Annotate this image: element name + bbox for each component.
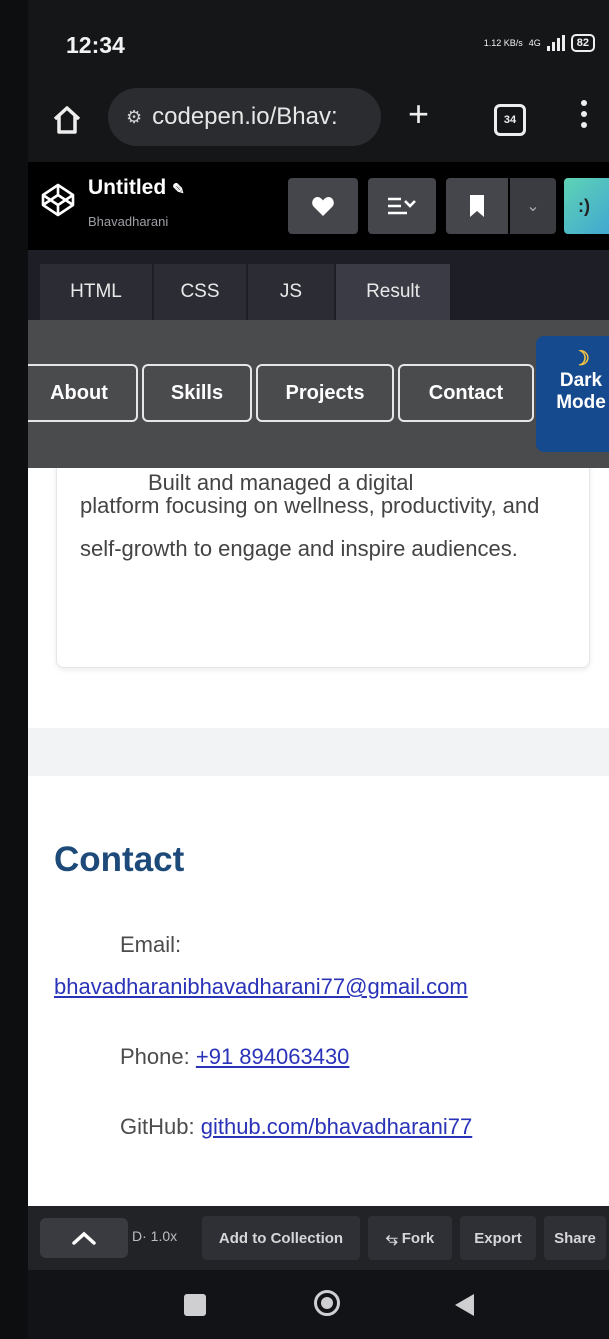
user-avatar[interactable]: :) [564,178,609,234]
signal-icon [546,35,565,51]
status-time: 12:34 [66,32,125,58]
tab-result[interactable]: Result [336,264,450,320]
phone-label: Phone: [120,1044,190,1069]
layout-icon [388,197,416,215]
project-description: platform focusing on wellness, productiv… [80,493,540,561]
email-line: bhavadharanibhavadharani77@gmail.com [54,974,468,1000]
result-preview: Built and managed a digital platform foc… [28,320,609,1206]
more-menu-icon[interactable] [581,100,589,133]
expand-console-button[interactable] [40,1218,128,1258]
new-tab-icon[interactable]: + [408,96,429,132]
zoom-value: 1.0x [150,1228,178,1244]
heart-icon [312,197,334,216]
phone-line: Phone: +91 894063430 [120,1044,349,1070]
network-type: 4G [528,38,541,48]
share-button[interactable]: Share [544,1216,606,1260]
fork-label: Fork [401,1229,435,1247]
tab-switcher-button[interactable]: 34 [494,104,526,136]
pen-title[interactable]: Untitled ✎ [88,176,185,200]
section-divider [28,728,609,776]
site-settings-icon[interactable]: ⚙ [126,107,142,128]
github-link[interactable]: github.com/bhavadharani77 [201,1114,473,1139]
site-navbar: About Skills Projects Contact ☽ Dark Mod… [28,320,609,468]
add-to-collection-button[interactable]: Add to Collection [202,1216,360,1260]
zoom-level[interactable]: D· 1.0x [132,1228,177,1244]
editor-tab-bar: HTML CSS JS Result [28,250,609,320]
url-text: codepen.io/Bhav: [152,103,338,130]
pen-title-text: Untitled [88,176,167,199]
email-link[interactable]: bhavadharanibhavadharani77@gmail.com [54,974,468,999]
codepen-logo-icon[interactable] [40,182,76,218]
android-nav-bar [28,1270,609,1339]
status-bar: 12:34 1.12 KB/s 4G 82 [28,0,609,88]
tab-css[interactable]: CSS [154,264,246,320]
bookmark-button[interactable] [446,178,508,234]
bookmark-icon [470,195,484,217]
recents-icon[interactable] [184,1294,206,1316]
browser-toolbar: ⚙ codepen.io/Bhav: + 34 [28,88,609,162]
export-button[interactable]: Export [460,1216,536,1260]
dark-mode-label-2: Mode [556,392,606,413]
contact-heading: Contact [54,840,185,879]
tab-html[interactable]: HTML [40,264,152,320]
bookmark-dropdown-button[interactable]: ⌄ [510,178,556,234]
nav-about-button[interactable]: About [28,364,138,422]
home-icon[interactable] [50,103,84,137]
chevron-down-icon: ⌄ [526,198,540,215]
moon-icon: ☽ [572,348,590,370]
github-line: GitHub: github.com/bhavadharani77 [120,1114,472,1140]
phone-link[interactable]: +91 894063430 [196,1044,350,1069]
nav-skills-button[interactable]: Skills [142,364,252,422]
net-speed: 1.12 KB/s [483,38,523,48]
pen-author[interactable]: Bhavadharani [88,214,168,229]
tab-js[interactable]: JS [248,264,334,320]
codepen-header: Untitled ✎ Bhavadharani ⌄ :) [28,162,609,250]
github-label: GitHub: [120,1114,195,1139]
nav-projects-button[interactable]: Projects [256,364,394,422]
fork-button[interactable]: ⥃ Fork [368,1216,452,1260]
codepen-bottom-bar: D· 1.0x Add to Collection ⥃ Fork Export S… [28,1206,609,1270]
address-bar[interactable]: ⚙ codepen.io/Bhav: [108,88,381,146]
home-nav-icon[interactable] [314,1290,340,1316]
edit-pencil-icon[interactable]: ✎ [172,181,185,198]
change-layout-button[interactable] [368,178,436,234]
chevron-up-icon [72,1231,96,1245]
email-label: Email: [120,932,182,957]
fork-icon: ⥃ [385,1229,398,1247]
nav-contact-button[interactable]: Contact [398,364,534,422]
like-button[interactable] [288,178,358,234]
dark-mode-toggle[interactable]: ☽ Dark Mode [536,336,609,452]
back-icon[interactable] [452,1292,476,1318]
status-icons: 1.12 KB/s 4G 82 [484,34,595,52]
phone-screen: 12:34 1.12 KB/s 4G 82 ⚙ codepen.io/Bhav:… [28,0,609,1339]
dark-mode-label-1: Dark [559,370,603,391]
battery-icon: 82 [570,34,595,52]
